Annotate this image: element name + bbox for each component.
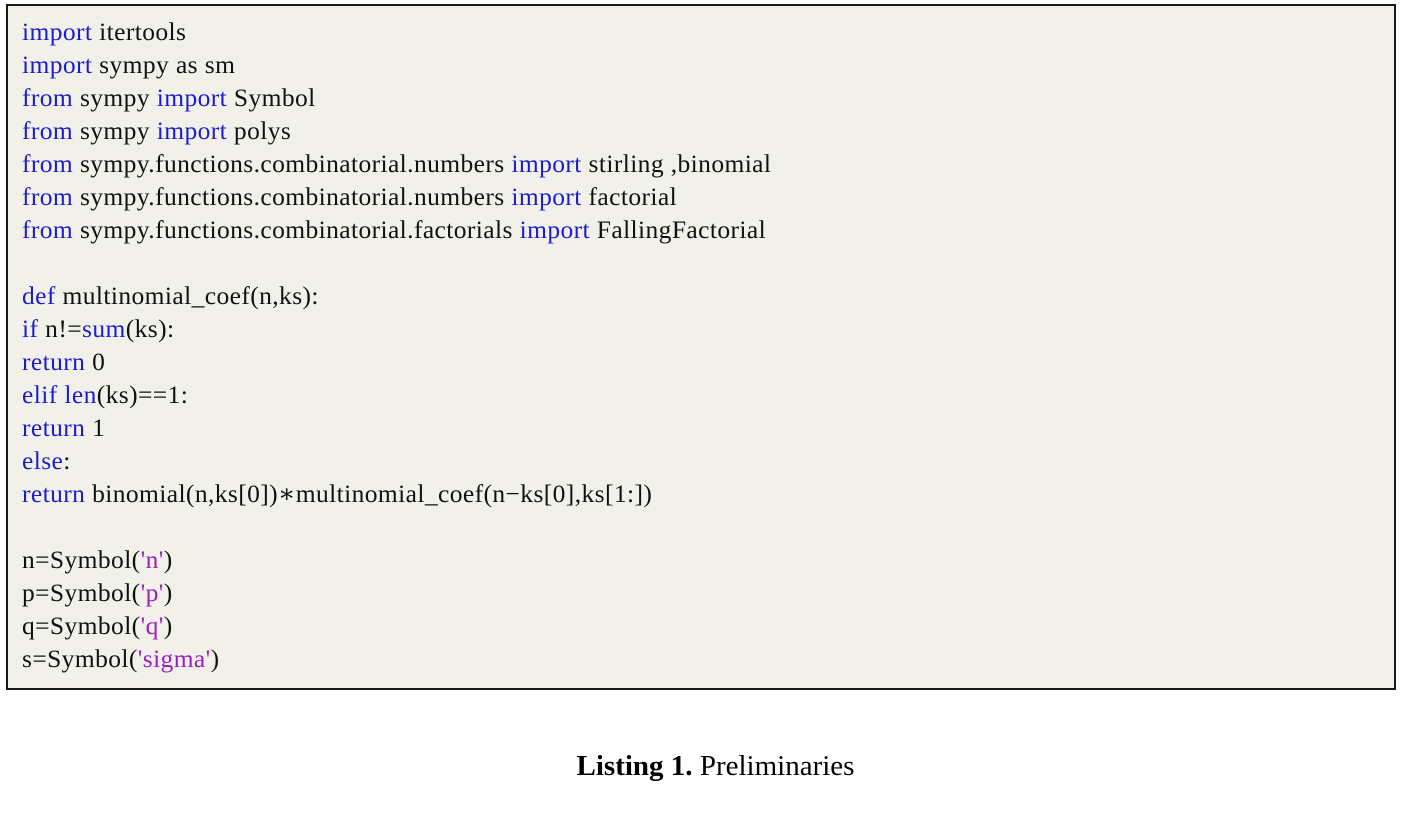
code-token-kw: import	[511, 149, 582, 178]
code-token-plain: sympy as sm	[92, 50, 236, 79]
code-token-plain: FallingFactorial	[590, 215, 767, 244]
code-line: n=Symbol('n')	[22, 543, 1388, 576]
listing-caption: Listing 1. Preliminaries	[0, 712, 1402, 820]
code-token-plain: itertools	[92, 17, 187, 46]
code-token-kw: else	[22, 446, 64, 475]
code-token-kw: import	[519, 215, 590, 244]
code-token-plain: sympy.functions.combinatorial.numbers	[73, 149, 512, 178]
code-token-plain: factorial	[581, 182, 678, 211]
code-token-plain: sympy	[73, 116, 157, 145]
code-token-plain: sympy.functions.combinatorial.numbers	[73, 182, 512, 211]
code-token-kw: return	[22, 413, 86, 442]
code-line: p=Symbol('p')	[22, 576, 1388, 609]
code-token-kw: from	[22, 116, 74, 145]
code-line: from sympy.functions.combinatorial.numbe…	[22, 147, 1388, 180]
code-token-str: 'sigma'	[137, 644, 211, 673]
code-token-plain: )	[163, 611, 173, 640]
code-token-kw: from	[22, 83, 74, 112]
code-line: from sympy import polys	[22, 114, 1388, 147]
code-token-kw: elif	[22, 380, 58, 409]
code-token-kw: import	[22, 17, 93, 46]
code-token-plain: binomial(n,ks[0])∗multinomial_coef(n−ks[…	[85, 479, 653, 508]
code-token-str: 'p'	[140, 578, 164, 607]
code-token-plain: stirling ,binomial	[581, 149, 772, 178]
code-line: s=Symbol('sigma')	[22, 642, 1388, 675]
code-token-plain: 0	[85, 347, 106, 376]
code-token-str: 'q'	[140, 611, 164, 640]
code-token-plain: )	[163, 545, 173, 574]
code-token-plain: p=Symbol(	[22, 578, 141, 607]
code-listing-frame: import itertools import sympy as sm from s…	[6, 4, 1396, 690]
code-token-plain: (ks):	[125, 314, 175, 343]
code-line: from sympy.functions.combinatorial.facto…	[22, 213, 1388, 246]
code-token-plain: s=Symbol(	[22, 644, 138, 673]
code-token-plain: multinomial_coef(n,ks):	[55, 281, 319, 310]
code-line: from sympy import Symbol	[22, 81, 1388, 114]
code-token-plain: )	[163, 578, 173, 607]
code-token-plain: n=Symbol(	[22, 545, 141, 574]
code-token-kw: from	[22, 215, 74, 244]
code-token-plain: 1	[85, 413, 106, 442]
code-token-plain: (ks)==1:	[96, 380, 189, 409]
figure-page: import itertools import sympy as sm from s…	[0, 0, 1402, 782]
code-line: import itertools	[22, 15, 1388, 48]
code-token-kw: from	[22, 182, 74, 211]
code-token-plain: q=Symbol(	[22, 611, 141, 640]
code-line: q=Symbol('q')	[22, 609, 1388, 642]
code-token-kw: return	[22, 347, 86, 376]
listing-caption-label: Listing 1.	[576, 750, 693, 782]
code-token-plain: sympy	[73, 83, 157, 112]
listing-caption-text: Preliminaries	[692, 750, 855, 782]
code-token-kw: def	[22, 281, 56, 310]
code-token-plain: sympy.functions.combinatorial.factorials	[73, 215, 520, 244]
code-token-plain: Symbol	[227, 83, 316, 112]
code-line: return 0	[22, 345, 1388, 378]
code-line: else:	[22, 444, 1388, 477]
code-line: elif len(ks)==1:	[22, 378, 1388, 411]
code-line: return 1	[22, 411, 1388, 444]
code-token-plain: :	[63, 446, 71, 475]
code-token-kw: import	[156, 83, 228, 112]
code-token-builtin: len	[64, 380, 97, 409]
code-token-plain: )	[210, 644, 220, 673]
code-line: from sympy.functions.combinatorial.numbe…	[22, 180, 1388, 213]
code-token-kw: from	[22, 149, 74, 178]
code-token-plain: n!=	[38, 314, 82, 343]
code-line: if n!=sum(ks):	[22, 312, 1388, 345]
code-token-kw: return	[22, 479, 86, 508]
code-token-kw: import	[511, 182, 582, 211]
code-line: import sympy as sm	[22, 48, 1388, 81]
code-listing-body: import itertools import sympy as sm from s…	[22, 15, 1388, 684]
code-token-kw: import	[22, 50, 93, 79]
code-token-builtin: sum	[82, 314, 126, 343]
code-line: return binomial(n,ks[0])∗multinomial_coe…	[22, 477, 1388, 510]
code-token-kw: import	[156, 116, 228, 145]
code-line: def multinomial_coef(n,ks):	[22, 279, 1388, 312]
code-token-plain: polys	[227, 116, 292, 145]
code-token-kw: if	[22, 314, 39, 343]
code-token-str: 'n'	[140, 545, 164, 574]
